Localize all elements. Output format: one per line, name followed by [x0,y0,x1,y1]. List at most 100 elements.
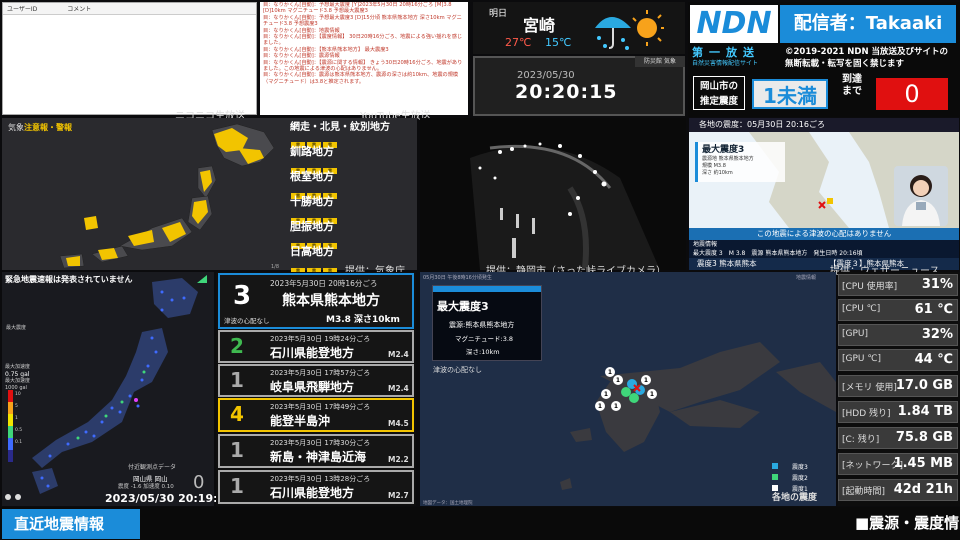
quake-mag: M4.5 [388,419,409,428]
live-camera [420,118,686,270]
stat-uptime: [起動時間] 42d 21h [838,479,958,501]
scale-labels: 10 5 1 0.5 0.1 [15,389,22,449]
chat-message: 目：なりかくん[自動]：【震源に関する情報】 きょう30日20時16分ごろ、地震… [263,59,463,73]
stat-label: [C: 残り] [842,435,880,445]
quake-time: 2023年5月30日 17時49分ごろ [270,403,371,411]
col-comment: コメント [67,6,92,13]
stat-label: [GPU ℃] [842,354,881,364]
quake-mag: M2.2 [388,455,409,464]
signal-icon [197,275,207,283]
weathernews-panel: 各地の震度：05月30日 20:16ごろ 最大震度3 震源地 熊本県熊本地方 規… [689,118,959,270]
col-user: ユーザーID [7,6,38,13]
quake-mag: M2.4 [388,350,409,359]
quake-region: 新島・神津島近海 [270,450,367,464]
quake-scale: 4 [230,402,244,426]
bottom-title: 直近地震情報 [2,509,140,539]
quake-card[interactable]: 1 2023年5月30日 13時28分ごろ 石川県能登地方 M2.7 [218,470,414,504]
svg-text:1: 1 [604,391,608,398]
japan-warning-map [59,123,275,269]
news-summary: 最大震度3 震源地 熊本県熊本地方 規模 M3.8 深さ 約10km [695,142,785,182]
stat-value: 61 ℃ [914,302,953,317]
clock-date: 2023/05/30 [517,70,575,81]
shindo-map-panel [2,272,214,506]
stat-value: 42d 21h [893,482,953,497]
comment-panel: ユーザーID コメント [2,2,257,115]
quake-scale: 1 [230,438,244,462]
quake-mag: M2.7 [388,491,409,500]
stat-gpu-usage: [GPU] 32% [838,324,958,346]
stat-c-drive: [C: 残り] 75.8 GB [838,427,958,449]
intensity-scale [8,390,13,462]
quake-scale: 1 [230,474,244,498]
max-gal-label: 最大加速度 [5,364,31,370]
epicenter-info-bar [433,286,541,292]
stat-value: 17.0 GB [895,378,953,393]
quake-region: 能登半島沖 [270,414,331,428]
news-tsunami: この地震による津波の心配はありません [689,228,959,240]
arrival-countdown: 0 [876,78,948,110]
epicenter-source: 震源:熊本県熊本地方 [449,321,515,329]
scale-label: 5 [15,404,18,409]
quake-region: 石川県能登地方 [270,346,355,360]
anchor-avatar [902,175,940,226]
warning-title-main: 注意報・警報 [24,123,72,132]
news-depth: 約10km [713,170,733,176]
quake-time: 2023年5月30日 20時16分ごろ [270,279,378,288]
nearby-station-intensity: 0 [193,472,205,493]
okayama-intensity-label: 岡山市の 推定震度 [693,76,745,110]
stat-label: [GPU] [842,329,869,339]
stat-label: [CPU ℃] [842,304,881,314]
quake-region: 岐阜県飛騨地方 [270,380,355,394]
quake-region: 熊本県熊本地方 [282,293,380,309]
clock-time: 20:20:15 [515,81,618,103]
epicenter-depth: 深さ:10km [466,348,500,356]
map-timestamp: 2023/05/30 20:19:49 [105,492,233,505]
nearby-station-detail: 震度 -1.6 加速度 0.10 [118,484,174,490]
quake-scale: 2 [230,334,244,358]
quake-card[interactable]: 1 2023年5月30日 17時30分ごろ 新島・神津島近海 M2.2 [218,434,414,468]
stat-value: 1.84 TB [897,404,953,419]
scale-label: 1 [15,416,18,421]
streamer-name: 配信者：Takaaki [780,5,956,43]
stat-label: [起動時間] [842,487,886,497]
news-max: 最大震度3 [702,145,745,155]
epicenter-caption: 各地の震度 [772,493,818,503]
legend-label: 震度2 [792,475,808,482]
stat-memory: [メモリ 使用] 17.0 GB [838,375,958,397]
legend-swatch [772,463,778,469]
svg-text:1: 1 [616,377,620,384]
svg-text:1: 1 [598,403,602,410]
quake-card[interactable]: 1 2023年5月30日 17時57分ごろ 岐阜県飛騨地方 M2.4 [218,364,414,397]
epicenter-tsunami: 津波の心配なし [433,366,482,374]
quake-time: 2023年5月30日 17時30分ごろ [270,439,371,447]
quake-scale: 3 [232,281,252,311]
news-header: 各地の震度：05月30日 20:16ごろ [689,118,959,132]
weather-city: 宮崎 [523,16,556,35]
warning-map-panel [2,118,417,270]
copyright-line: 無断転載・転写を固く禁じます [785,59,905,69]
svg-text:1: 1 [644,377,648,384]
okayama-label-line: 推定震度 [699,96,738,107]
stat-label: [CPU 使用率] [842,282,898,292]
quake-card-latest[interactable]: 3 2023年5月30日 20時16分ごろ 熊本県熊本地方 津波の心配なし M3… [218,273,414,329]
settings-icon[interactable] [4,492,28,502]
news-anchor [894,166,948,226]
stat-label: [HDD 残り] [842,409,891,419]
epicenter-footer: 地図データ：国土地理院 [423,501,473,506]
warning-title-prefix: 気象 [8,123,24,132]
bousai-label: 防災館 気象 [635,56,685,67]
epicenter-max-intensity: 最大震度3 [437,300,489,313]
weather-high: 27℃ [505,36,532,49]
nearby-station-label: 付近観測点データ [128,464,177,471]
okayama-intensity-value: 1未満 [752,79,828,109]
arrival-label-line: まで [842,86,862,97]
quake-time: 2023年5月30日 13時28分ごろ [270,475,371,483]
youtube-chat: 目：なりかくん[自動]：予想最大震度 [Y]2023年5月30日 20時16分ご… [260,2,468,115]
eew-status: 緊急地震速報は発表されていません [5,275,133,284]
news-bar-max: 最大震度 3 [693,250,723,257]
quake-card[interactable]: 4 2023年5月30日 17時49分ごろ 能登半島沖 M4.5 [218,398,414,432]
arrival-label: 到達 まで [834,74,870,98]
legend-label: 震度3 [792,464,808,471]
quake-scale: 1 [230,368,244,392]
quake-card[interactable]: 2 2023年5月30日 19時24分ごろ 石川県能登地方 M2.4 [218,330,414,363]
